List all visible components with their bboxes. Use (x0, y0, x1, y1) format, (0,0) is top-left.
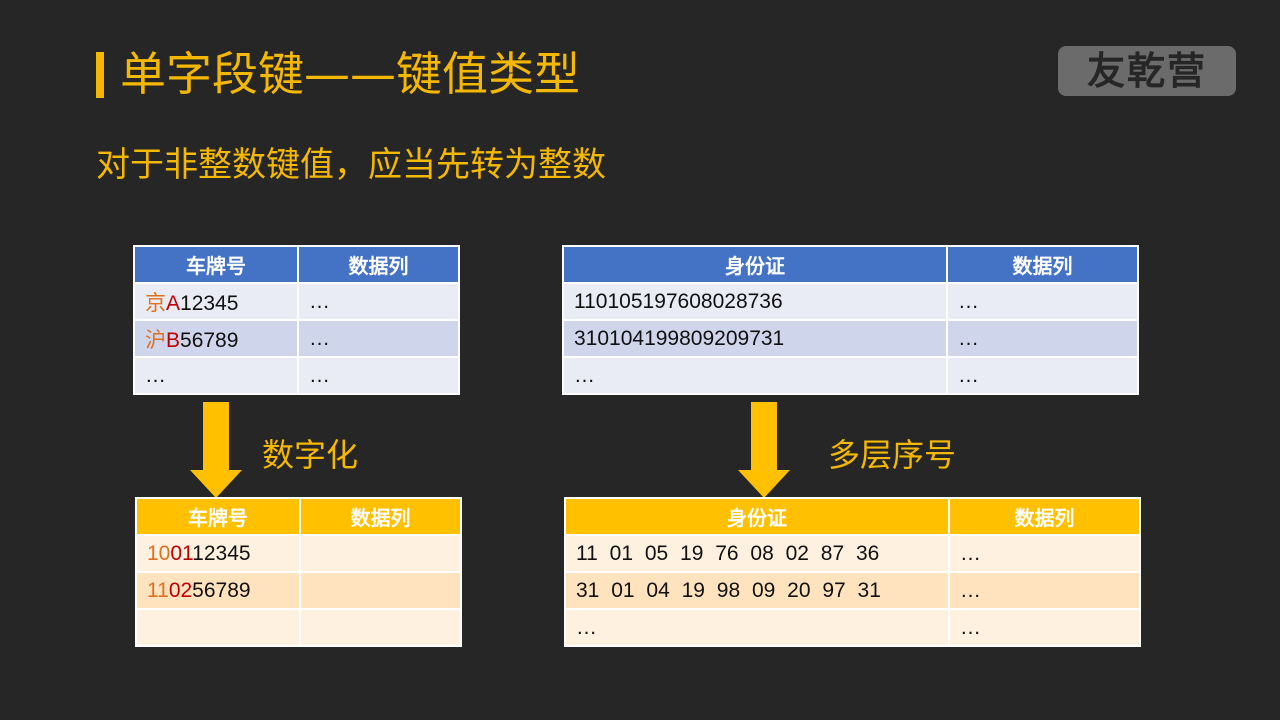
id-cell: 31 01 04 19 98 09 20 97 31 (564, 571, 950, 610)
page-subtitle: 对于非整数键值，应当先转为整数 (96, 145, 606, 185)
data-cell: … (946, 282, 1139, 321)
table-row: 110105197608028736 … (562, 282, 1139, 321)
down-arrow-icon (751, 402, 777, 472)
id-cell: … (564, 608, 950, 647)
table-row: 11 01 05 19 76 08 02 87 36 … (564, 534, 1141, 573)
id-table-original: 身份证 数据列 110105197608028736 … 31010419980… (562, 245, 1139, 395)
plate-table-original: 车牌号 数据列 京A12345 … 沪B56789 … … … (133, 245, 460, 395)
table-row: 310104199809209731 … (562, 319, 1139, 358)
table-row: 110256789 (135, 571, 462, 610)
down-arrow-head (738, 470, 790, 498)
plate-cell: … (133, 356, 299, 395)
column-header: 身份证 (562, 245, 948, 284)
plate-cell: 100112345 (135, 534, 301, 573)
table-row: 沪B56789 … (133, 319, 460, 358)
table-row: … … (562, 356, 1139, 395)
column-header: 身份证 (564, 497, 950, 536)
title-accent-bar (96, 52, 104, 98)
table-row: … … (564, 608, 1141, 647)
table-row: … … (133, 356, 460, 395)
table-row (135, 608, 462, 647)
id-cell: … (562, 356, 948, 395)
column-header: 数据列 (299, 497, 462, 536)
table-row: 100112345 (135, 534, 462, 573)
plate-cell (135, 608, 301, 647)
down-arrow-head (190, 470, 242, 498)
column-header: 数据列 (948, 497, 1141, 536)
table-row: 31 01 04 19 98 09 20 97 31 … (564, 571, 1141, 610)
data-cell: … (948, 608, 1141, 647)
table-header-row: 车牌号 数据列 (135, 497, 462, 536)
id-table-indexed: 身份证 数据列 11 01 05 19 76 08 02 87 36 … 31 … (564, 497, 1141, 647)
data-cell: … (948, 571, 1141, 610)
data-cell (299, 608, 462, 647)
page-title: 单字段键——键值类型 (120, 47, 580, 101)
plate-cell: 京A12345 (133, 282, 299, 321)
data-cell (299, 534, 462, 573)
data-cell: … (946, 356, 1139, 395)
digitize-label: 数字化 (262, 436, 359, 474)
plate-table-digitized: 车牌号 数据列 100112345 110256789 (135, 497, 462, 647)
plate-cell: 110256789 (135, 571, 301, 610)
column-header: 数据列 (946, 245, 1139, 284)
data-cell: … (946, 319, 1139, 358)
table-header-row: 身份证 数据列 (564, 497, 1141, 536)
brand-logo: 友乾营 (1058, 46, 1236, 96)
id-cell: 11 01 05 19 76 08 02 87 36 (564, 534, 950, 573)
multi-level-index-label: 多层序号 (828, 436, 957, 474)
data-cell: … (297, 319, 460, 358)
data-cell: … (297, 282, 460, 321)
id-cell: 110105197608028736 (562, 282, 948, 321)
id-cell: 310104199809209731 (562, 319, 948, 358)
column-header: 车牌号 (135, 497, 301, 536)
plate-cell: 沪B56789 (133, 319, 299, 358)
table-header-row: 身份证 数据列 (562, 245, 1139, 284)
table-row: 京A12345 … (133, 282, 460, 321)
column-header: 数据列 (297, 245, 460, 284)
data-cell: … (948, 534, 1141, 573)
data-cell: … (297, 356, 460, 395)
table-header-row: 车牌号 数据列 (133, 245, 460, 284)
column-header: 车牌号 (133, 245, 299, 284)
data-cell (299, 571, 462, 610)
down-arrow-icon (203, 402, 229, 472)
